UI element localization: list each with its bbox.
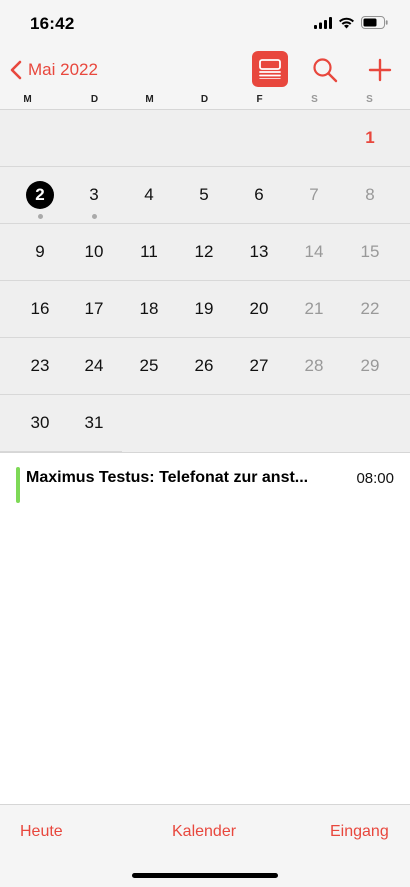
weekday-label: D bbox=[90, 94, 99, 105]
day-cell[interactable]: 9 bbox=[20, 232, 60, 272]
day-cell[interactable]: 27 bbox=[239, 346, 279, 386]
weekday-label: D bbox=[200, 94, 209, 105]
chevron-left-icon bbox=[10, 60, 22, 80]
day-cell[interactable]: 19 bbox=[184, 289, 224, 329]
day-cell[interactable]: 25 bbox=[129, 346, 169, 386]
day-cell[interactable]: 20 bbox=[239, 289, 279, 329]
day-cell[interactable]: 16 bbox=[20, 289, 60, 329]
day-cell-today[interactable]: 2 bbox=[26, 181, 54, 209]
day-cell[interactable]: 22 bbox=[350, 289, 390, 329]
day-cell[interactable]: 5 bbox=[184, 175, 224, 215]
weekday-label: S bbox=[366, 94, 373, 105]
week-row: 16 17 18 19 20 21 22 bbox=[0, 281, 410, 338]
day-cell[interactable]: 31 bbox=[74, 403, 114, 443]
event-time: 08:00 bbox=[356, 470, 394, 487]
month-grid: 1 2 3 4 5 6 7 8 9 10 11 12 13 14 15 16 1… bbox=[0, 110, 410, 452]
navigation-bar: Mai 2022 bbox=[0, 46, 410, 94]
day-cell[interactable]: 24 bbox=[74, 346, 114, 386]
day-cell[interactable]: 1 bbox=[350, 118, 390, 158]
week-row: 1 bbox=[0, 110, 410, 167]
today-button[interactable]: Heute bbox=[20, 823, 63, 841]
search-icon bbox=[313, 58, 338, 83]
day-cell[interactable]: 14 bbox=[294, 232, 334, 272]
week-row: 9 10 11 12 13 14 15 bbox=[0, 224, 410, 281]
event-item[interactable]: Maximus Testus: Telefonat zur anst... 08… bbox=[16, 467, 396, 503]
back-button[interactable]: Mai 2022 bbox=[10, 56, 98, 84]
day-cell[interactable]: 30 bbox=[20, 403, 60, 443]
day-cell[interactable]: 23 bbox=[20, 346, 60, 386]
home-indicator[interactable] bbox=[132, 873, 278, 878]
inbox-button[interactable]: Eingang bbox=[330, 823, 389, 841]
week-row: 30 31 bbox=[0, 395, 410, 452]
day-cell[interactable]: 8 bbox=[350, 175, 390, 215]
list-view-icon bbox=[259, 59, 281, 79]
day-cell[interactable]: 10 bbox=[74, 232, 114, 272]
day-cell[interactable]: 7 bbox=[294, 175, 334, 215]
weekday-label: S bbox=[311, 94, 318, 105]
day-cell[interactable]: 21 bbox=[294, 289, 334, 329]
event-list: Maximus Testus: Telefonat zur anst... 08… bbox=[0, 452, 410, 804]
add-event-button[interactable] bbox=[366, 56, 394, 84]
calendars-button[interactable]: Kalender bbox=[172, 823, 236, 841]
day-cell[interactable]: 18 bbox=[129, 289, 169, 329]
day-cell[interactable]: 26 bbox=[184, 346, 224, 386]
day-cell[interactable]: 4 bbox=[129, 175, 169, 215]
weekday-header: M D M D F S S bbox=[0, 94, 410, 110]
day-cell[interactable]: 12 bbox=[184, 232, 224, 272]
event-title: Maximus Testus: Telefonat zur anst... bbox=[26, 469, 309, 486]
weekday-label: M bbox=[23, 94, 32, 105]
weekday-label: M bbox=[145, 94, 154, 105]
day-cell[interactable]: 15 bbox=[350, 232, 390, 272]
calendar-color-bar bbox=[16, 467, 20, 503]
battery-icon bbox=[361, 16, 388, 29]
week-row: 23 24 25 26 27 28 29 bbox=[0, 338, 410, 395]
event-indicator-dot bbox=[38, 214, 43, 219]
day-cell[interactable]: 29 bbox=[350, 346, 390, 386]
status-time: 16:42 bbox=[30, 14, 75, 33]
weekday-label: F bbox=[256, 94, 263, 105]
event-indicator-dot bbox=[92, 214, 97, 219]
wifi-icon bbox=[339, 17, 354, 28]
status-bar: 16:42 bbox=[0, 0, 410, 46]
day-cell[interactable]: 11 bbox=[129, 232, 169, 272]
day-cell[interactable]: 28 bbox=[294, 346, 334, 386]
plus-icon bbox=[368, 58, 392, 82]
search-button[interactable] bbox=[311, 56, 339, 84]
signal-icon bbox=[314, 16, 332, 29]
back-button-label: Mai 2022 bbox=[28, 60, 98, 79]
status-icons bbox=[314, 16, 388, 29]
day-cell[interactable]: 13 bbox=[239, 232, 279, 272]
day-cell[interactable]: 6 bbox=[239, 175, 279, 215]
list-view-toggle-button[interactable] bbox=[252, 51, 288, 87]
day-cell[interactable]: 3 bbox=[74, 175, 114, 215]
day-cell[interactable]: 17 bbox=[74, 289, 114, 329]
week-row: 2 3 4 5 6 7 8 bbox=[0, 167, 410, 224]
